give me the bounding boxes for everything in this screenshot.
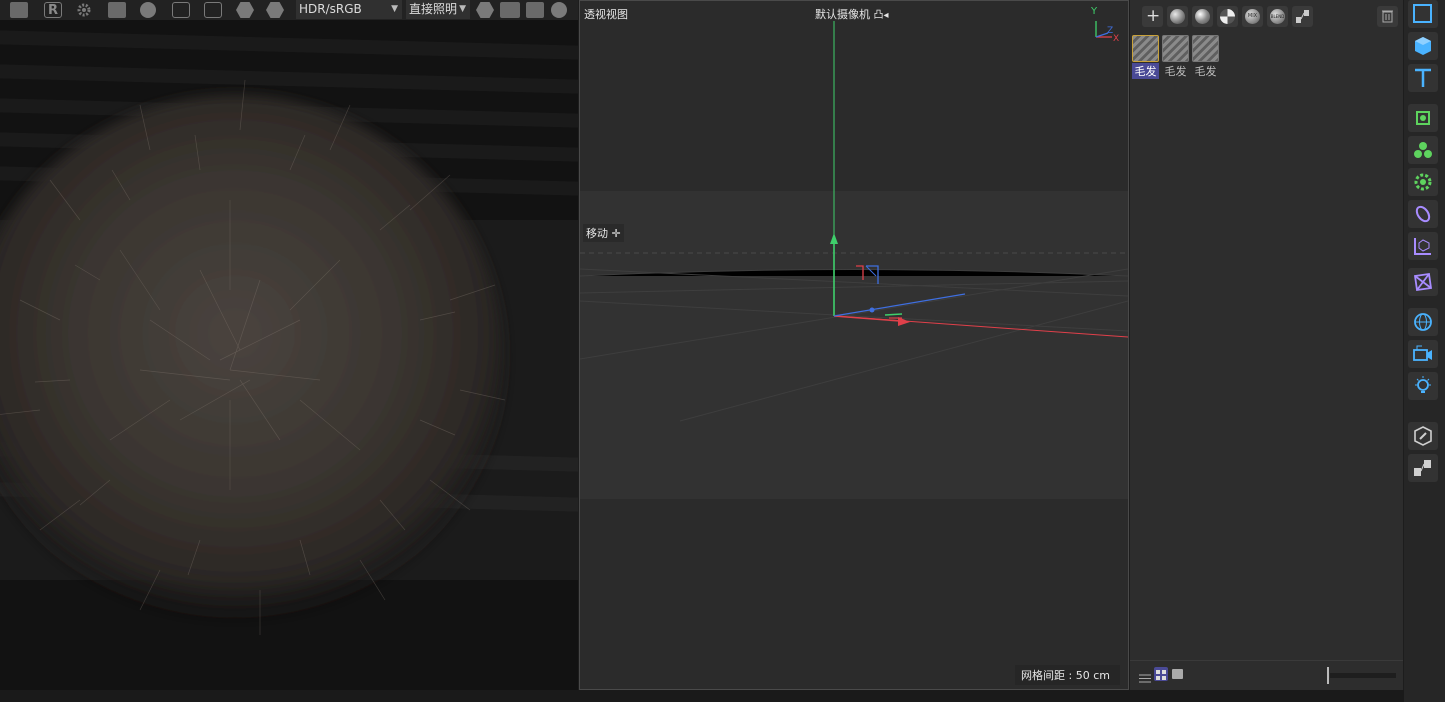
render-toolbar: R HDR/sRGB ▼ 直接照明 ▼ [0, 0, 578, 20]
tool-palette [1404, 0, 1445, 702]
delete-material-button[interactable] [1377, 6, 1398, 27]
chevron-down-icon: ▼ [459, 4, 466, 14]
region-render-icon[interactable]: R [44, 2, 62, 18]
sphere-icon[interactable] [140, 2, 156, 18]
move-icon: ✛ [611, 227, 621, 240]
camera-icon[interactable] [526, 2, 544, 18]
large-view-icon[interactable] [1172, 669, 1183, 679]
material-item[interactable]: 毛发 [1192, 35, 1219, 79]
material-thumbnail [1132, 35, 1159, 62]
frame-icon[interactable] [500, 2, 520, 18]
text-icon [1415, 68, 1431, 87]
gear-icon[interactable] [75, 2, 93, 18]
marker-icon[interactable] [266, 2, 284, 18]
material-thumbnail [1192, 35, 1219, 62]
checker-material-button[interactable] [1217, 6, 1238, 27]
material-name: 毛发 [1164, 65, 1187, 78]
lighting-mode-dropdown[interactable]: 直接照明 ▼ [406, 0, 470, 19]
pause-icon[interactable] [10, 2, 28, 18]
chevron-down-icon: ▼ [391, 4, 398, 14]
sphere-icon [1195, 9, 1210, 24]
light-bulb-icon [1415, 376, 1431, 393]
render-view-panel: R HDR/sRGB ▼ 直接照明 ▼ [0, 0, 578, 702]
scene-icon [1414, 238, 1431, 255]
standard-material-button[interactable] [1167, 6, 1188, 27]
glossy-material-button[interactable] [1192, 6, 1213, 27]
filter-icon[interactable] [236, 2, 254, 18]
material-thumbnail [1162, 35, 1189, 62]
blend-material-button[interactable]: BLEND [1267, 6, 1288, 27]
zoom-slider[interactable] [1330, 673, 1396, 678]
palette-tag[interactable] [1408, 422, 1438, 450]
material-name: 毛发 [1132, 63, 1159, 79]
palette-nodes[interactable] [1408, 454, 1438, 482]
move-tool-label: 移动 [586, 227, 608, 240]
display-mode-value: HDR/sRGB [299, 2, 362, 16]
render-image [0, 20, 578, 702]
palette-volume[interactable] [1408, 268, 1438, 296]
palette-select[interactable] [1408, 0, 1438, 28]
lighting-mode-value: 直接照明 [409, 2, 458, 16]
fur-ball-render [0, 79, 506, 635]
status-bar [0, 690, 1404, 702]
perspective-viewport[interactable]: 透视视图 默认摄像机 凸◂ Y Z X 移动 ✛ 网格间距: 50 cm [579, 0, 1129, 690]
palette-light[interactable] [1408, 372, 1438, 400]
node-editor-button[interactable] [1292, 6, 1313, 27]
snapshot-icon[interactable] [108, 2, 126, 18]
palette-generator[interactable] [1408, 104, 1438, 132]
gear-icon [1414, 173, 1432, 191]
hex-shape-icon[interactable] [476, 2, 494, 18]
field-icon [1415, 205, 1431, 223]
pen-icon [1414, 426, 1432, 446]
palette-camera[interactable] [1408, 340, 1438, 368]
zoom-slider-handle[interactable] [1327, 667, 1329, 684]
cube-icon [1415, 37, 1431, 55]
blend-icon: BLEND [1270, 9, 1285, 24]
divider [1130, 660, 1403, 661]
generator-icon [1416, 111, 1430, 125]
globe-icon [1414, 313, 1432, 331]
palette-environment[interactable] [1408, 308, 1438, 336]
node-icon [1414, 460, 1431, 476]
display-mode-dropdown[interactable]: HDR/sRGB ▼ [296, 0, 402, 19]
record-icon[interactable] [551, 2, 567, 18]
sphere-icon [1170, 9, 1185, 24]
palette-cube[interactable] [1408, 32, 1438, 60]
grid-spacing-label: 网格间距 : 50 cm [1015, 665, 1120, 685]
material-manager: + MIX BLEND 毛发 毛发 毛发 [1130, 0, 1403, 690]
mix-material-button[interactable]: MIX [1242, 6, 1263, 27]
palette-deformer[interactable] [1408, 168, 1438, 196]
move-tool-indicator: 移动 ✛ [583, 224, 624, 242]
node-icon [1296, 10, 1309, 23]
checker-sphere-icon [1220, 9, 1235, 24]
grid-view-icon[interactable] [1154, 667, 1168, 681]
trash-icon [1382, 10, 1393, 23]
add-material-button[interactable]: + [1142, 6, 1163, 27]
mix-icon: MIX [1245, 9, 1260, 24]
material-item[interactable]: 毛发 [1132, 35, 1159, 79]
volume-icon [1413, 272, 1433, 292]
viewport-scene [580, 21, 1128, 499]
material-name: 毛发 [1194, 65, 1217, 78]
palette-text[interactable] [1408, 64, 1438, 92]
palette-scene[interactable] [1408, 232, 1438, 260]
material-item[interactable]: 毛发 [1162, 35, 1189, 79]
image-layer-icon[interactable] [204, 2, 222, 18]
cloner-icon [1414, 142, 1432, 158]
plus-icon: + [1146, 6, 1161, 26]
square-icon [1413, 4, 1432, 23]
camera-icon [1413, 345, 1432, 361]
palette-mograph[interactable] [1408, 136, 1438, 164]
list-view-icon[interactable] [1139, 669, 1151, 688]
add-layer-icon[interactable] [172, 2, 190, 18]
axis-y-label: Y [1091, 6, 1098, 17]
palette-field[interactable] [1408, 200, 1438, 228]
axis-x-label: X [1113, 34, 1120, 44]
